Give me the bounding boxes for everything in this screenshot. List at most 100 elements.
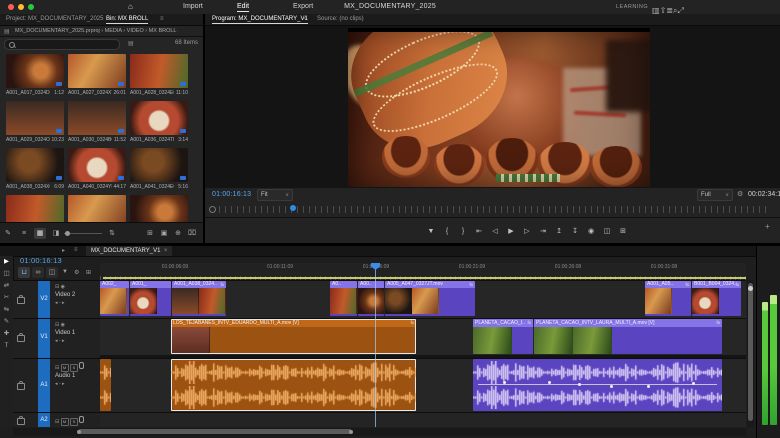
scrollbar-handle-dot[interactable] — [77, 429, 81, 434]
hand-tool[interactable]: ✚ — [0, 328, 13, 340]
clip-thumbnail[interactable] — [130, 195, 188, 222]
button-editor-button[interactable]: ⊞ — [615, 223, 631, 241]
volume-keyframe[interactable] — [609, 385, 613, 388]
playhead-line[interactable] — [375, 263, 376, 427]
zoom-level-dropdown[interactable]: Fit ∨ — [257, 189, 293, 201]
bin-clip[interactable]: A001_A030_0324BC..11:52 — [68, 101, 126, 143]
timeline-clip-v2[interactable]: A001_ — [130, 281, 171, 316]
bin-clip[interactable]: A001_A038_0324XC..6:09 — [6, 148, 64, 190]
chevron-icon[interactable]: ▸ — [62, 247, 65, 254]
timeline-clip-a1[interactable] — [100, 359, 111, 411]
scrollbar-handle-dot[interactable] — [349, 429, 353, 434]
add-marker-button[interactable]: ▼ — [62, 269, 68, 275]
vertical-scrollbar-thumb[interactable] — [748, 283, 753, 421]
new-bin-button[interactable]: ▣ — [158, 228, 170, 239]
track-target-a2[interactable]: A2 — [38, 417, 50, 423]
breadcrumb[interactable]: MX_DOCUMENTARY_2025.prproj › MEDIA › VID… — [15, 28, 200, 34]
extract-button[interactable]: ↧ — [567, 223, 583, 241]
thumbnail-view-button[interactable]: ▦ — [34, 228, 46, 239]
timeline-timecode[interactable]: 01:00:16:13 — [20, 256, 62, 265]
tab-program[interactable]: Program: MX_DOCUMENTARY_V1 — [212, 16, 308, 24]
snap-button[interactable]: ⊔ — [18, 267, 30, 278]
keyframe-nav-icons[interactable]: ◂ ◦ ▸ — [55, 338, 99, 345]
clip-thumbnail[interactable] — [130, 54, 188, 88]
lock-icon[interactable] — [17, 332, 25, 342]
scrollbar-dot[interactable] — [748, 286, 753, 291]
lift-button[interactable]: ↥ — [551, 223, 567, 241]
timeline-clip-v2[interactable]: A0.. — [330, 281, 357, 316]
track-header-a2[interactable]: A2 ⊟ M S — [13, 412, 100, 427]
bin-clip[interactable]: A001_A017_0324D6..1:12 — [6, 54, 64, 96]
automate-to-sequence-button[interactable]: ⊞ — [144, 228, 156, 239]
clip-thumbnail[interactable] — [68, 54, 126, 88]
mark-in-button[interactable]: { — [439, 223, 455, 241]
timeline-clip-v2[interactable]: A002_ — [100, 281, 129, 316]
bin-clip[interactable]: A001_A036_0324TR..3:14 — [130, 101, 188, 143]
linked-selection-button[interactable]: ∞ — [32, 267, 44, 278]
delete-button[interactable]: ⌧ — [186, 228, 198, 239]
clip-thumbnail[interactable] — [68, 195, 126, 222]
timeline-clip-a1[interactable] — [171, 359, 416, 411]
timeline-settings-icon[interactable]: ⚙ — [74, 269, 79, 276]
clip-thumbnail[interactable] — [130, 101, 188, 135]
bin-clip[interactable] — [68, 195, 126, 222]
timeline-display-settings-button[interactable]: ◫ — [46, 267, 58, 278]
bin-clip[interactable] — [6, 195, 64, 222]
filter-bin-content-icon[interactable]: ▤ — [128, 40, 134, 47]
clip-thumbnail[interactable] — [6, 195, 64, 222]
playback-resolution-dropdown[interactable]: Full ∨ — [697, 189, 733, 201]
tab-source[interactable]: Source: (no clips) — [317, 16, 364, 22]
razor-tool[interactable]: ✂ — [0, 292, 13, 304]
clip-thumbnail[interactable] — [68, 101, 126, 135]
ripple-edit-tool[interactable]: ⇄ — [0, 280, 13, 292]
step-forward-button[interactable]: ▷ — [519, 223, 535, 241]
clip-thumbnail[interactable] — [130, 148, 188, 182]
list-view-button[interactable]: ≡ — [18, 228, 30, 239]
pen-tool[interactable]: ✎ — [0, 316, 13, 328]
program-timecode[interactable]: 01:00:16:13 — [212, 191, 251, 198]
close-icon[interactable]: × — [303, 16, 307, 22]
horizontal-scrollbar[interactable] — [13, 428, 746, 436]
navigate-up-icon[interactable]: ▤ — [4, 28, 10, 35]
timeline-clip-v1[interactable]: PLANETA_CACAO_INTV_LAURA_MULTI_A.mov [V]… — [534, 319, 722, 354]
lock-icon[interactable] — [17, 381, 25, 390]
clip-thumbnail[interactable] — [6, 101, 64, 135]
tab-bin-mx-broll[interactable]: Bin: MX BROLL — [106, 16, 149, 24]
track-target-v1[interactable]: V1 — [38, 334, 50, 340]
bin-clip[interactable]: A001_A029_0324OC..10:23 — [6, 101, 64, 143]
type-tool[interactable]: T — [0, 340, 13, 352]
slip-tool[interactable]: ⇆ — [0, 304, 13, 316]
lock-icon[interactable] — [17, 415, 25, 425]
close-icon[interactable]: × — [164, 248, 168, 254]
timeline-clip-v2[interactable]: A00.. — [358, 281, 384, 316]
go-to-out-button[interactable]: ⇥ — [535, 223, 551, 241]
hover-scrub-button[interactable]: ◨ — [50, 228, 62, 239]
scrub-playhead[interactable] — [290, 205, 296, 211]
bin-clip[interactable]: A001_A040_0324YE..44:17 — [68, 148, 126, 190]
captions-button[interactable]: ⊞ — [86, 269, 91, 276]
timeline-clip-v2[interactable]: A005_A047_0327JT.mov fx — [385, 281, 475, 316]
lock-icon[interactable] — [17, 295, 25, 304]
step-back-button[interactable]: ◁ — [487, 223, 503, 241]
panel-grid-icon[interactable]: ≡ — [74, 247, 78, 253]
new-item-button[interactable]: ⊕ — [172, 228, 184, 239]
volume-keyframe[interactable] — [502, 381, 506, 384]
clip-thumbnail[interactable] — [6, 54, 64, 88]
volume-keyframe[interactable] — [577, 383, 581, 386]
track-select-tool[interactable]: ◫ — [0, 268, 13, 280]
panel-menu-icon[interactable]: ≡ — [160, 16, 164, 22]
export-frame-button[interactable]: ◉ — [583, 223, 599, 241]
program-scrub-bar[interactable] — [205, 202, 780, 216]
track-header-a1[interactable]: A1 ⊟ M S Audio 1 ◂ ◦ ▸ — [13, 358, 100, 413]
mark-out-button[interactable]: } — [455, 223, 471, 241]
track-target-v2[interactable]: V2 — [38, 296, 50, 302]
bin-clip[interactable]: A001_A027_0324XT.. 26:01 — [68, 54, 126, 96]
edit-clip-icon[interactable]: ✎ — [2, 228, 14, 239]
comparison-view-button[interactable]: ◫ — [599, 223, 615, 241]
sync-lock-eye-icons[interactable]: ⊟ ◉ — [55, 284, 99, 291]
timeline-clip-a1[interactable] — [473, 359, 722, 411]
clip-thumbnail[interactable] — [6, 148, 64, 182]
scrub-ticks[interactable] — [219, 206, 771, 213]
search-input[interactable] — [4, 39, 120, 50]
go-to-in-button[interactable]: ⇤ — [471, 223, 487, 241]
